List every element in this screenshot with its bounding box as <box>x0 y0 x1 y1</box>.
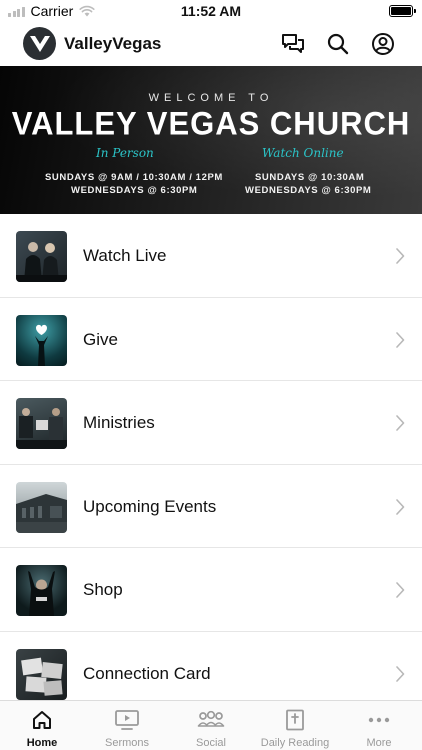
more-dots-icon <box>368 717 390 723</box>
profile-icon[interactable] <box>370 31 396 57</box>
chevron-right-icon <box>396 665 405 682</box>
banner-in-person-line1: SUNDAYS @ 9AM / 10:30AM / 12PM <box>45 172 223 183</box>
welcome-banner[interactable]: WELCOME TO VALLEY VEGAS CHURCH In Person… <box>0 66 422 214</box>
tab-social[interactable]: Social <box>169 701 253 750</box>
battery-icon <box>389 5 416 17</box>
valley-v-logo-icon <box>29 35 50 52</box>
menu-item-give[interactable]: Give <box>0 298 422 381</box>
watch-live-thumbnail <box>16 231 67 282</box>
menu-item-upcoming-events[interactable]: Upcoming Events <box>0 465 422 548</box>
search-icon[interactable] <box>325 31 351 57</box>
banner-in-person-label: In Person <box>96 146 154 160</box>
shop-thumbnail <box>16 565 67 616</box>
give-thumbnail <box>16 314 67 366</box>
church-logo[interactable] <box>23 27 56 60</box>
banner-watch-online-label: Watch Online <box>262 146 344 160</box>
menu-item-label: Shop <box>83 580 123 599</box>
tv-play-icon <box>115 710 139 730</box>
ministries-thumbnail <box>16 398 67 449</box>
menu-item-watch-live[interactable]: Watch Live <box>0 214 422 298</box>
home-icon <box>33 711 51 729</box>
connection-card-thumbnail <box>16 648 67 700</box>
chevron-right-icon <box>396 248 405 264</box>
menu-item-ministries[interactable]: Ministries <box>0 381 422 465</box>
bible-icon <box>286 709 304 731</box>
menu-list: Watch Live Give Ministries Upcoming Even… <box>0 214 422 715</box>
tab-home[interactable]: Home <box>0 701 84 750</box>
menu-item-label: Watch Live <box>83 246 167 265</box>
tab-label: Social <box>196 737 226 749</box>
tab-label: Sermons <box>104 737 150 749</box>
chevron-right-icon <box>396 582 405 598</box>
chevron-right-icon <box>396 415 405 431</box>
status-bar: Carrier 11:52 AM <box>0 0 422 22</box>
banner-in-person-line2: WEDNESDAYS @ 6:30PM <box>71 185 198 196</box>
tab-daily-reading[interactable]: Daily Reading <box>253 701 337 750</box>
menu-item-label: Upcoming Events <box>83 496 217 516</box>
app-header: ValleyVegas <box>0 22 422 66</box>
banner-online-line2: WEDNESDAYS @ 6:30PM <box>245 185 372 196</box>
chevron-right-icon <box>396 331 405 348</box>
upcoming-events-thumbnail <box>16 481 67 533</box>
banner-church-name: VALLEY VEGAS CHURCH <box>11 105 411 142</box>
tab-label: More <box>366 737 392 749</box>
tab-label: Daily Reading <box>260 737 330 749</box>
chevron-right-icon <box>396 498 405 515</box>
tab-sermons[interactable]: Sermons <box>85 701 169 750</box>
status-time: 11:52 AM <box>180 3 242 19</box>
menu-item-label: Give <box>83 329 118 349</box>
menu-item-label: Connection Card <box>83 663 211 683</box>
tab-more[interactable]: More <box>337 701 421 750</box>
banner-online-line1: SUNDAYS @ 10:30AM <box>255 172 365 183</box>
banner-welcome: WELCOME TO <box>148 92 274 104</box>
tab-label: Home <box>26 737 58 749</box>
app-title: ValleyVegas <box>64 34 162 53</box>
chat-icon[interactable] <box>280 31 306 57</box>
bottom-tab-bar: Home Sermons Social Daily Reading More <box>0 700 422 750</box>
group-icon <box>197 710 225 727</box>
menu-item-shop[interactable]: Shop <box>0 548 422 632</box>
menu-item-label: Ministries <box>83 413 155 432</box>
